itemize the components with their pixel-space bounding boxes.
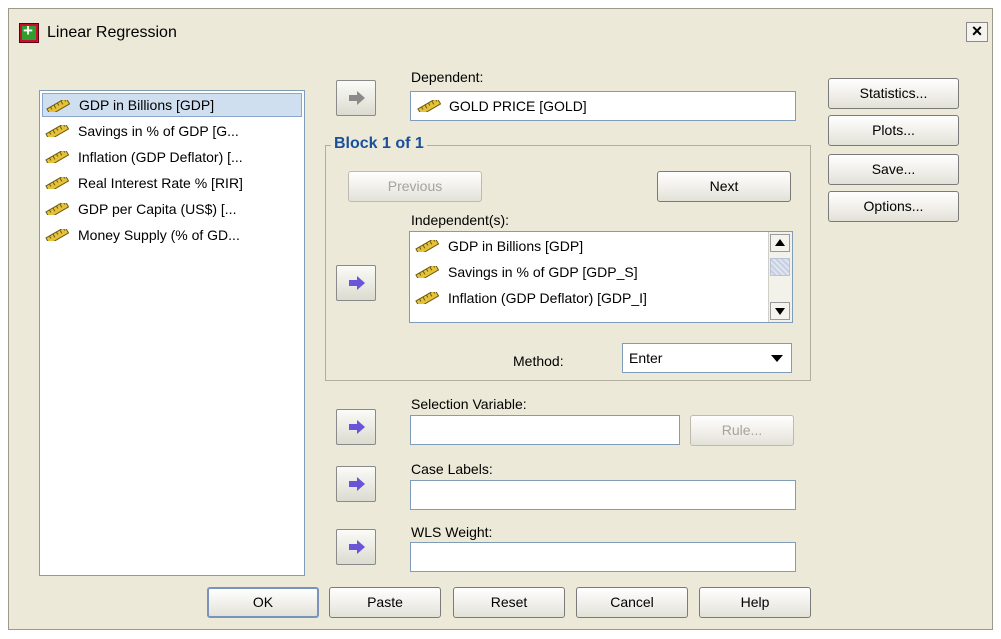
dependent-field[interactable]: GOLD PRICE [GOLD] [410, 91, 796, 121]
list-item[interactable]: Real Interest Rate % [RIR] [42, 171, 243, 195]
independents-list[interactable]: GDP in Billions [GDP] Savings in % of GD… [409, 231, 793, 323]
scale-ruler-icon [45, 229, 69, 241]
source-variable-list[interactable]: GDP in Billions [GDP] Savings in % of GD… [39, 90, 305, 576]
right-arrow-icon [348, 539, 366, 555]
save-button[interactable]: Save... [828, 154, 959, 185]
dependent-value: GOLD PRICE [GOLD] [449, 98, 587, 114]
right-arrow-icon [348, 90, 366, 106]
scroll-thumb[interactable] [770, 258, 790, 276]
wls-weight-label: WLS Weight: [411, 524, 493, 540]
move-to-selection-variable-button[interactable] [336, 409, 376, 445]
method-label: Method: [513, 353, 564, 369]
list-item[interactable]: Savings in % of GDP [G... [42, 119, 239, 143]
move-to-dependent-button[interactable] [336, 80, 376, 116]
reset-button[interactable]: Reset [453, 587, 565, 618]
list-item[interactable]: GDP in Billions [GDP] [42, 93, 302, 117]
scale-ruler-icon [45, 177, 69, 189]
close-button[interactable]: × [966, 22, 988, 42]
spss-app-icon [19, 21, 39, 43]
list-item[interactable]: Inflation (GDP Deflator) [GDP_I] [412, 286, 647, 310]
scroll-up-button[interactable] [770, 234, 790, 252]
paste-button[interactable]: Paste [329, 587, 441, 618]
ok-button[interactable]: OK [207, 587, 319, 618]
scale-ruler-icon [46, 100, 70, 112]
case-labels-label: Case Labels: [411, 461, 493, 477]
options-button[interactable]: Options... [828, 191, 959, 222]
right-arrow-icon [348, 476, 366, 492]
linear-regression-dialog: Linear Regression × GDP in Billions [GDP… [8, 8, 993, 630]
scale-ruler-icon [45, 151, 69, 163]
selection-variable-field[interactable] [410, 415, 680, 445]
wls-weight-field[interactable] [410, 542, 796, 572]
move-to-independents-button[interactable] [336, 265, 376, 301]
move-to-case-labels-button[interactable] [336, 466, 376, 502]
scroll-down-button[interactable] [770, 302, 790, 320]
independents-label: Independent(s): [411, 212, 510, 228]
scale-ruler-icon [415, 240, 439, 252]
cancel-button[interactable]: Cancel [576, 587, 688, 618]
selection-variable-label: Selection Variable: [411, 396, 527, 412]
method-value: Enter [629, 350, 663, 366]
next-button[interactable]: Next [657, 171, 791, 202]
block-title: Block 1 of 1 [331, 135, 427, 153]
scale-ruler-icon [45, 125, 69, 137]
chevron-down-icon [771, 355, 783, 362]
case-labels-field[interactable] [410, 480, 796, 510]
move-to-wls-weight-button[interactable] [336, 529, 376, 565]
title-bar[interactable]: Linear Regression × [9, 9, 992, 57]
plots-button[interactable]: Plots... [828, 115, 959, 146]
scale-ruler-icon [415, 292, 439, 304]
right-arrow-icon [348, 419, 366, 435]
independents-scrollbar[interactable] [768, 232, 792, 322]
list-item[interactable]: GDP in Billions [GDP] [412, 234, 583, 258]
chevron-down-icon [775, 308, 785, 315]
list-item[interactable]: GDP per Capita (US$) [... [42, 197, 236, 221]
help-button[interactable]: Help [699, 587, 811, 618]
chevron-up-icon [775, 239, 785, 246]
list-item[interactable]: Savings in % of GDP [GDP_S] [412, 260, 638, 284]
list-item[interactable]: Inflation (GDP Deflator) [... [42, 145, 243, 169]
scale-ruler-icon [45, 203, 69, 215]
dependent-label: Dependent: [411, 69, 484, 85]
previous-button[interactable]: Previous [348, 171, 482, 202]
window-title: Linear Regression [47, 24, 177, 41]
list-item[interactable]: Money Supply (% of GD... [42, 223, 240, 247]
method-select[interactable]: Enter [622, 343, 792, 373]
scale-ruler-icon [415, 266, 439, 278]
rule-button[interactable]: Rule... [690, 415, 794, 446]
statistics-button[interactable]: Statistics... [828, 78, 959, 109]
right-arrow-icon [348, 275, 366, 291]
scale-ruler-icon [417, 100, 441, 112]
